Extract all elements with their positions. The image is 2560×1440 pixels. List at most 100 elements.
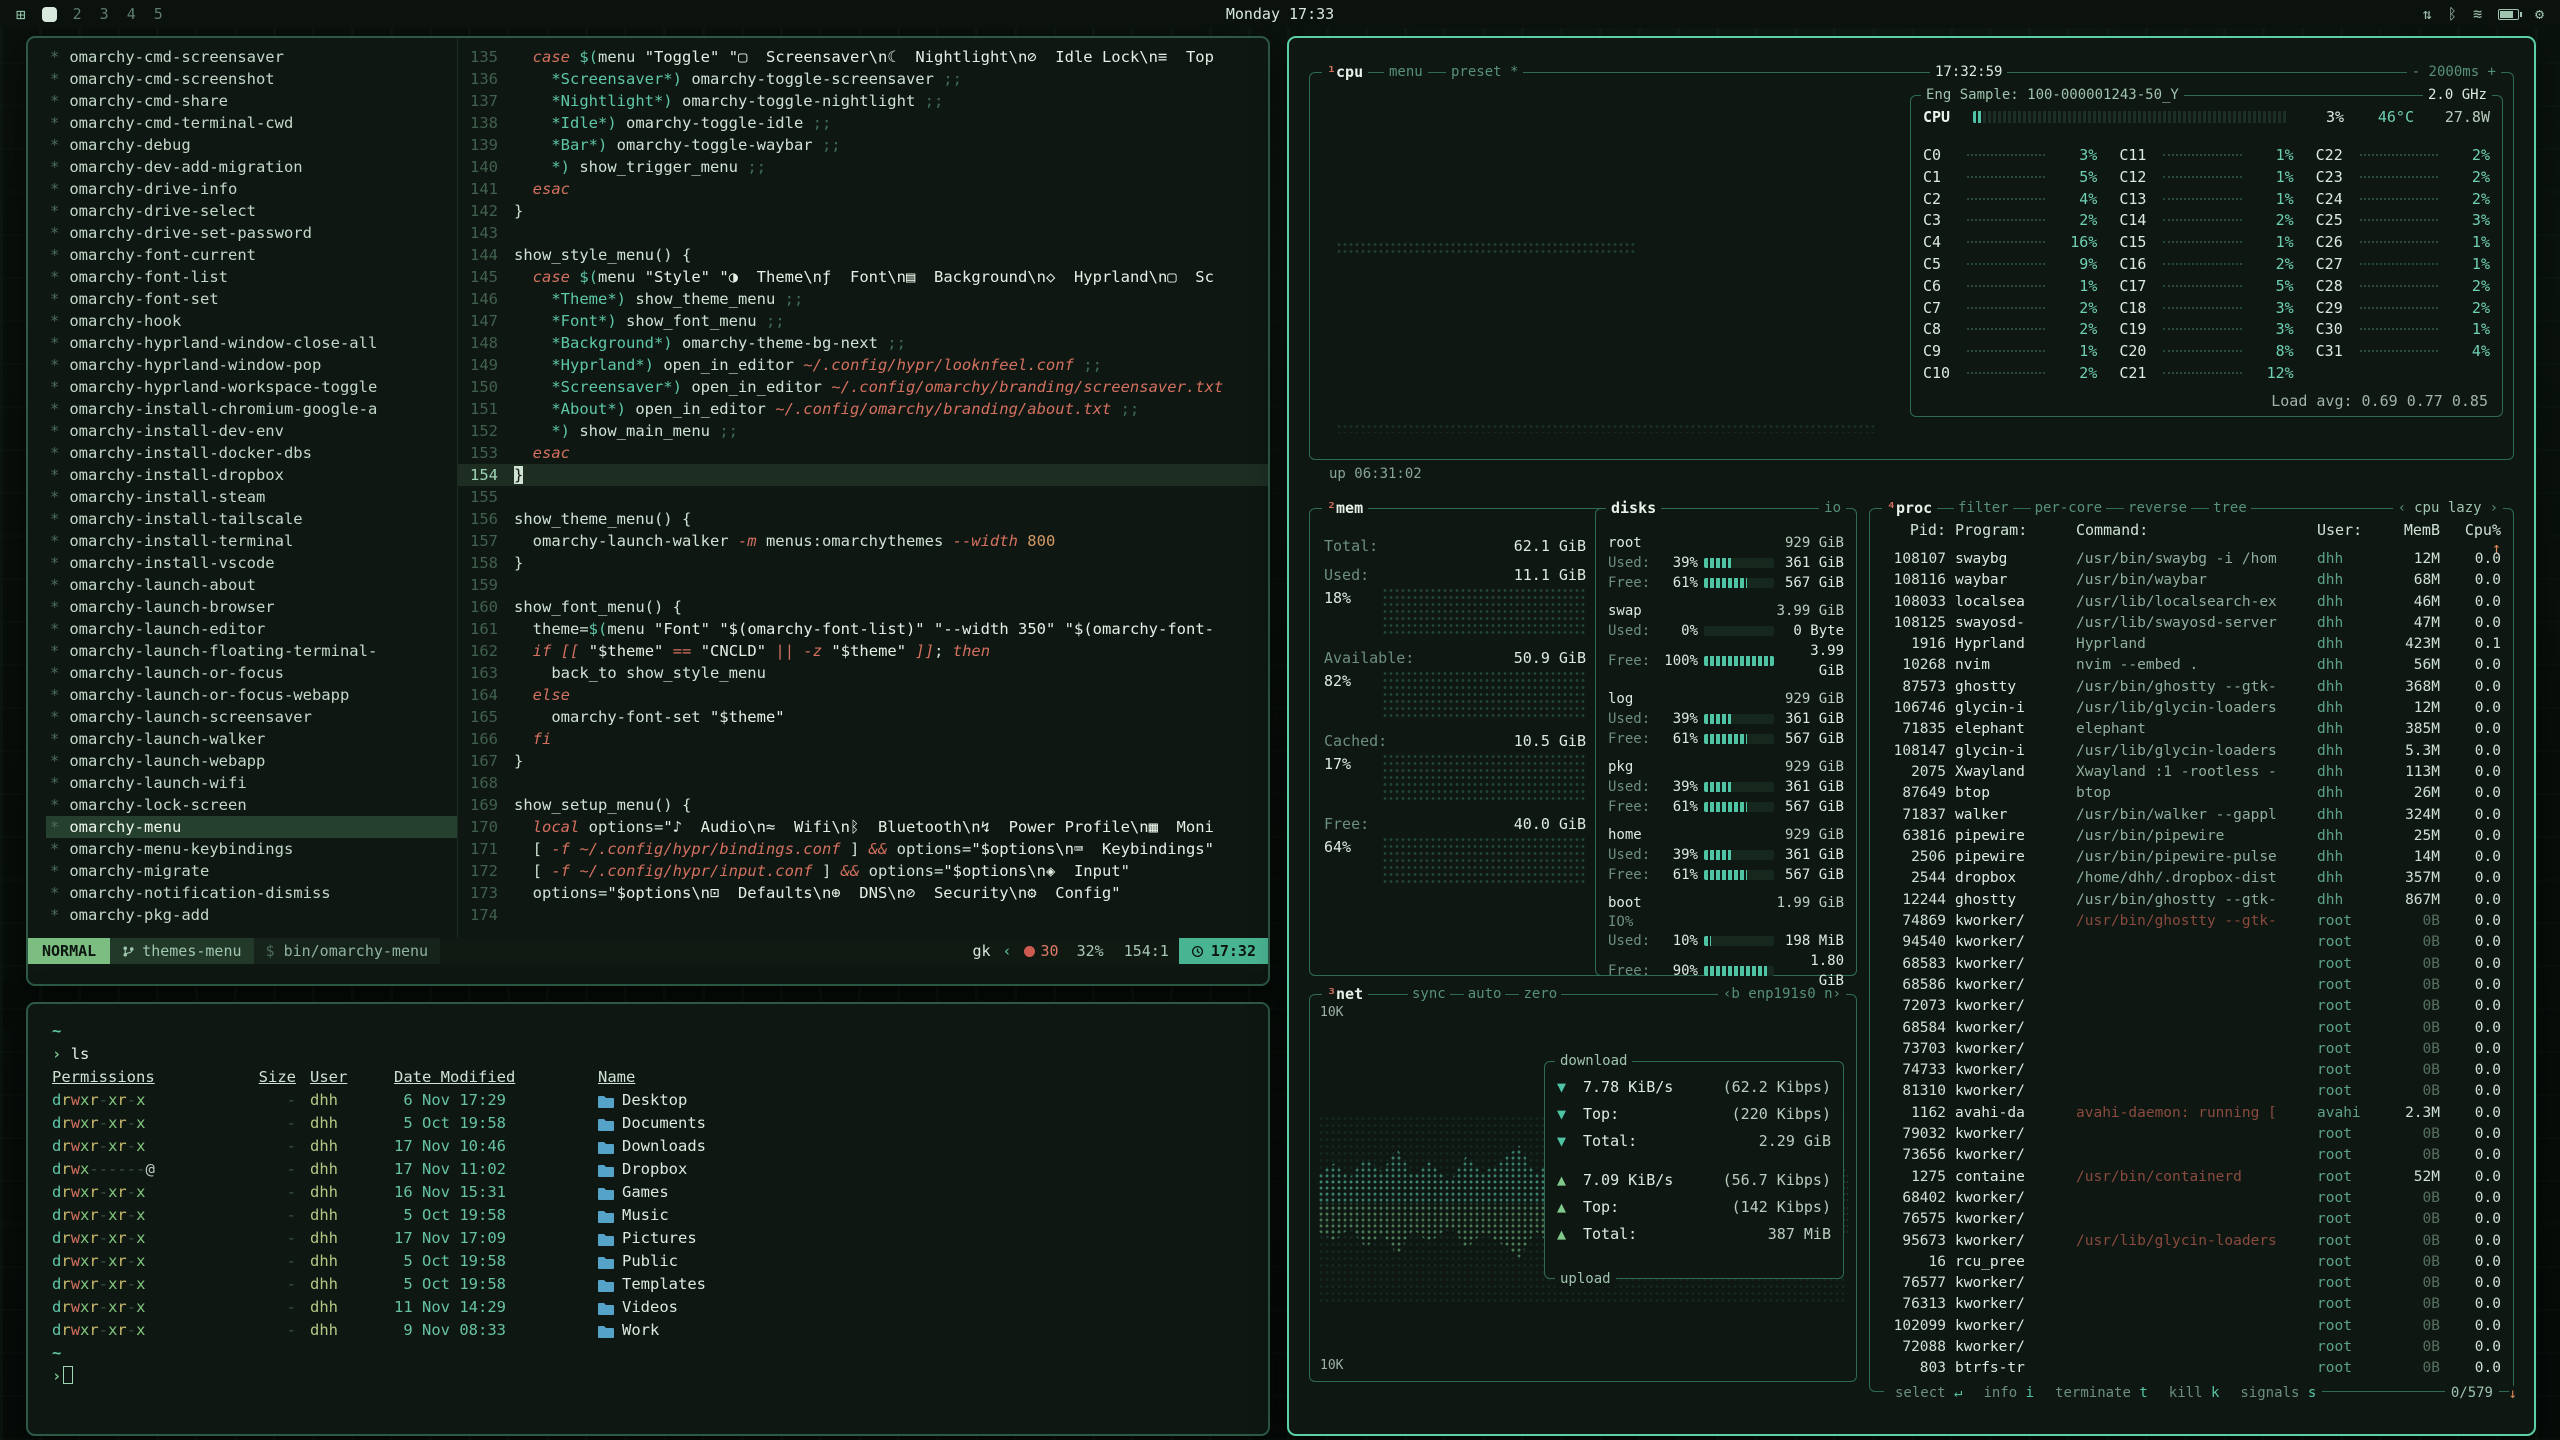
proc-tab-reverse[interactable]: reverse (2124, 500, 2191, 516)
disks-box-title[interactable]: disks (1606, 499, 1661, 517)
proc-tab-per-core[interactable]: per-core (2031, 500, 2106, 516)
entry-name[interactable]: Downloads (598, 1135, 1244, 1158)
process-row[interactable]: 2544dropbox/home/dhh/.dropbox-distdhh357… (1870, 868, 2513, 889)
file-item[interactable]: *omarchy-install-chromium-google-a (46, 398, 457, 420)
hint-info[interactable]: info i (1978, 1385, 2034, 1401)
file-item[interactable]: *omarchy-launch-browser (46, 596, 457, 618)
file-item[interactable]: *omarchy-font-list (46, 266, 457, 288)
file-item[interactable]: *omarchy-install-terminal (46, 530, 457, 552)
network-interface[interactable]: ‹b enp191s0 n› (1718, 986, 1846, 1002)
process-sort-mode[interactable]: ‹ cpu lazy › (2393, 500, 2503, 516)
process-row[interactable]: 76577kworker/root0B0.0 (1870, 1273, 2513, 1294)
file-item[interactable]: *omarchy-font-set (46, 288, 457, 310)
entry-name[interactable]: Public (598, 1250, 1244, 1273)
process-row[interactable]: 108033localsea/usr/lib/localsearch-exdhh… (1870, 592, 2513, 613)
file-item[interactable]: *omarchy-launch-editor (46, 618, 457, 640)
process-row[interactable]: 72073kworker/root0B0.0 (1870, 996, 2513, 1017)
process-row[interactable]: 76313kworker/root0B0.0 (1870, 1294, 2513, 1315)
process-row[interactable]: 68402kworker/root0B0.0 (1870, 1188, 2513, 1209)
workspace-5[interactable]: 5 (154, 5, 163, 23)
git-branch[interactable]: themes-menu (110, 938, 253, 964)
entry-name[interactable]: Videos (598, 1296, 1244, 1319)
preset-button[interactable]: preset * (1446, 64, 1523, 80)
entry-name[interactable]: Templates (598, 1273, 1244, 1296)
file-item[interactable]: *omarchy-launch-or-focus-webapp (46, 684, 457, 706)
sort-prev-icon[interactable]: ‹ (2398, 500, 2406, 516)
entry-name[interactable]: Pictures (598, 1227, 1244, 1250)
process-row[interactable]: 68584kworker/root0B0.0 (1870, 1018, 2513, 1039)
process-row[interactable]: 68586kworker/root0B0.0 (1870, 975, 2513, 996)
file-item[interactable]: *omarchy-pkg-add (46, 904, 457, 926)
workspace-4[interactable]: 4 (127, 5, 136, 23)
proc-tab-tree[interactable]: tree (2209, 500, 2251, 516)
launcher-icon[interactable]: ⊞ (16, 5, 26, 24)
screen-cast-icon[interactable]: ⇅ (2423, 5, 2432, 23)
file-item[interactable]: *omarchy-migrate (46, 860, 457, 882)
process-row[interactable]: 72088kworker/root0B0.0 (1870, 1337, 2513, 1358)
process-row[interactable]: 106746glycin-i/usr/lib/glycin-loadersdhh… (1870, 698, 2513, 719)
process-row[interactable]: 2075XwaylandXwayland :1 -rootless -dhh11… (1870, 762, 2513, 783)
process-row[interactable]: 76575kworker/root0B0.0 (1870, 1209, 2513, 1230)
scroll-down-icon[interactable]: ↓ (2509, 1386, 2517, 1402)
file-item[interactable]: *omarchy-drive-select (46, 200, 457, 222)
process-row[interactable]: 16rcu_preeroot0B0.0 (1870, 1252, 2513, 1273)
file-item[interactable]: *omarchy-install-vscode (46, 552, 457, 574)
process-row[interactable]: 74869kworker//usr/bin/ghostty --gtk-root… (1870, 911, 2513, 932)
file-item[interactable]: *omarchy-menu-keybindings (46, 838, 457, 860)
net-tab-zero[interactable]: zero (1519, 986, 1561, 1002)
file-item[interactable]: *omarchy-drive-set-password (46, 222, 457, 244)
process-row[interactable]: 108125swayosd-/usr/lib/swayosd-serverdhh… (1870, 613, 2513, 634)
file-item[interactable]: *omarchy-hyprland-window-close-all (46, 332, 457, 354)
file-item[interactable]: *omarchy-launch-floating-terminal- (46, 640, 457, 662)
file-item[interactable]: *omarchy-cmd-share (46, 90, 457, 112)
hint-kill[interactable]: kill k (2164, 1385, 2220, 1401)
system-monitor-window[interactable]: ¹cpu menu preset * 17:32:59 - 2000ms + E… (1287, 36, 2536, 1436)
sort-next-icon[interactable]: › (2490, 500, 2498, 516)
hint-terminate[interactable]: terminate t (2050, 1385, 2148, 1401)
wifi-icon[interactable]: ≋ (2473, 5, 2482, 23)
process-row[interactable]: 71835elephantelephantdhh385M0.0 (1870, 719, 2513, 740)
file-item[interactable]: *omarchy-launch-screensaver (46, 706, 457, 728)
network-box-title[interactable]: ³net (1322, 985, 1368, 1003)
entry-name[interactable]: Desktop (598, 1089, 1244, 1112)
file-item[interactable]: *omarchy-font-current (46, 244, 457, 266)
file-item[interactable]: *omarchy-cmd-terminal-cwd (46, 112, 457, 134)
process-row[interactable]: 74733kworker/root0B0.0 (1870, 1060, 2513, 1081)
terminal-cursor[interactable] (63, 1366, 73, 1384)
process-row[interactable]: 95673kworker//usr/lib/glycin-loadersroot… (1870, 1231, 2513, 1252)
process-row[interactable]: 94540kworker/root0B0.0 (1870, 932, 2513, 953)
process-row[interactable]: 73703kworker/root0B0.0 (1870, 1039, 2513, 1060)
file-item[interactable]: *omarchy-install-docker-dbs (46, 442, 457, 464)
file-item[interactable]: *omarchy-cmd-screenshot (46, 68, 457, 90)
editor-window[interactable]: *omarchy-cmd-screensaver*omarchy-cmd-scr… (26, 36, 1270, 986)
workspace-3[interactable]: 3 (100, 5, 109, 23)
file-item[interactable]: *omarchy-cmd-screensaver (46, 46, 457, 68)
process-box-title[interactable]: ⁴proc (1882, 499, 1937, 517)
entry-name[interactable]: Games (598, 1181, 1244, 1204)
file-item[interactable]: *omarchy-launch-walker (46, 728, 457, 750)
process-row[interactable]: 102099kworker/root0B0.0 (1870, 1316, 2513, 1337)
process-row[interactable]: 2506pipewire/usr/bin/pipewire-pulsedhh14… (1870, 847, 2513, 868)
process-row[interactable]: 73656kworker/root0B0.0 (1870, 1145, 2513, 1166)
process-row[interactable]: 803btrfs-trroot0B0.0 (1870, 1358, 2513, 1377)
net-tab-sync[interactable]: sync (1408, 986, 1450, 1002)
file-item[interactable]: *omarchy-lock-screen (46, 794, 457, 816)
process-row[interactable]: 63816pipewire/usr/bin/pipewiredhh25M0.0 (1870, 826, 2513, 847)
process-row[interactable]: 108147glycin-i/usr/lib/glycin-loadersdhh… (1870, 741, 2513, 762)
file-item[interactable]: *omarchy-notification-dismiss (46, 882, 457, 904)
file-item[interactable]: *omarchy-install-tailscale (46, 508, 457, 530)
process-row[interactable]: 79032kworker/root0B0.0 (1870, 1124, 2513, 1145)
process-row[interactable]: 81310kworker/root0B0.0 (1870, 1081, 2513, 1102)
file-item[interactable]: *omarchy-dev-add-migration (46, 156, 457, 178)
file-item[interactable]: *omarchy-menu (46, 816, 457, 838)
process-row[interactable]: 12244ghostty/usr/bin/ghostty --gtk-dhh86… (1870, 890, 2513, 911)
io-mode-button[interactable]: io (1819, 500, 1846, 516)
process-row[interactable]: 108107swaybg/usr/bin/swaybg -i /homdhh12… (1870, 549, 2513, 570)
terminal-window[interactable]: ~ › ls PermissionsSizeUserDate ModifiedN… (26, 1002, 1270, 1436)
net-tab-auto[interactable]: auto (1464, 986, 1506, 1002)
entry-name[interactable]: Dropbox (598, 1158, 1244, 1181)
entry-name[interactable]: Work (598, 1319, 1244, 1342)
file-item[interactable]: *omarchy-install-steam (46, 486, 457, 508)
file-item[interactable]: *omarchy-launch-webapp (46, 750, 457, 772)
file-item[interactable]: *omarchy-debug (46, 134, 457, 156)
